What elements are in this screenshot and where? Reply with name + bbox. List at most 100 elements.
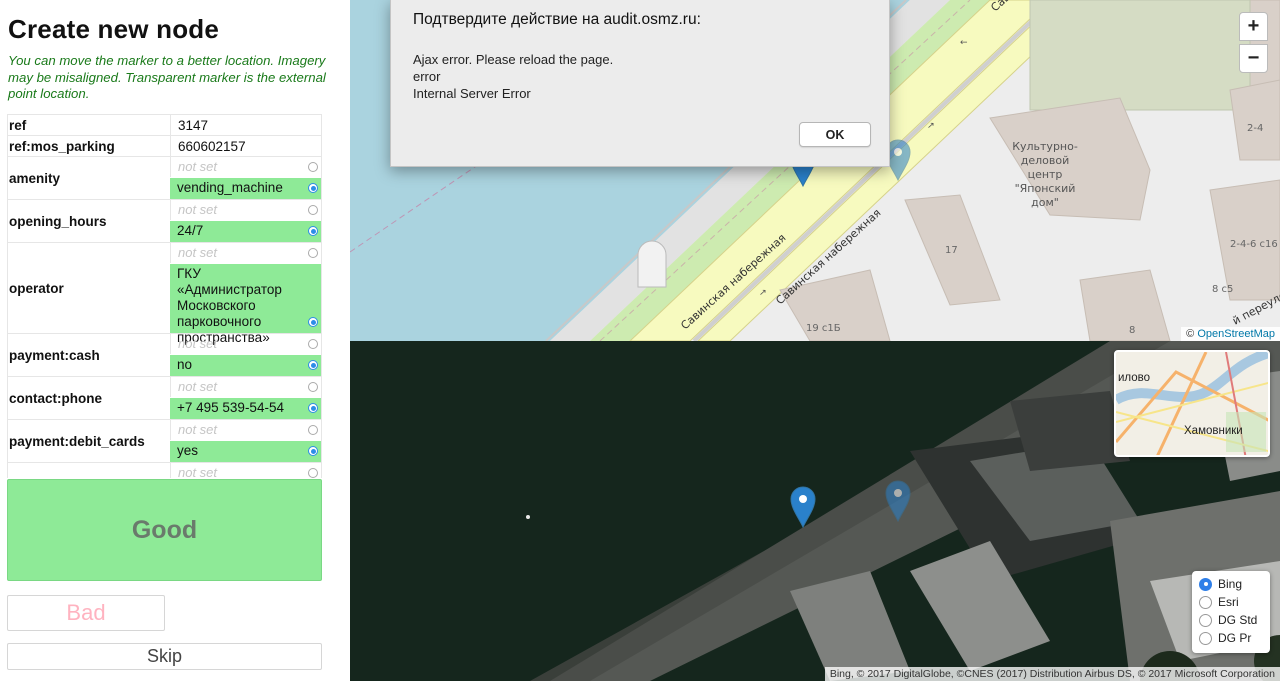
tag-key <box>9 463 169 478</box>
hint-text: You can move the marker to a better loca… <box>8 53 326 101</box>
house-number-label: 2-4 <box>1247 123 1263 134</box>
option-label: 24/7 <box>177 223 204 238</box>
tag-option-not-set[interactable]: not set <box>170 420 321 440</box>
radio-icon[interactable] <box>308 425 318 435</box>
tag-option-value[interactable]: +7 495 539-54-54 <box>170 398 321 419</box>
not-set-label: not set <box>178 379 218 394</box>
skip-button[interactable]: Skip <box>7 643 322 670</box>
radio-icon[interactable] <box>1199 631 1212 645</box>
tag-row-partial: not set <box>8 463 321 478</box>
tag-key: payment:cash <box>9 347 100 363</box>
house-number-label: 17 <box>945 245 958 256</box>
radio-icon[interactable] <box>308 339 318 349</box>
radio-icon[interactable] <box>308 226 318 236</box>
house-number-label: 8 <box>1129 325 1135 336</box>
tag-key: operator <box>9 280 64 296</box>
svg-text:деловой: деловой <box>1021 154 1070 167</box>
satellite-attribution: Bing, © 2017 DigitalGlobe, ©CNES (2017) … <box>824 667 1280 681</box>
svg-text:"Японский: "Японский <box>1015 182 1076 195</box>
tag-key: ref:mos_parking <box>9 138 115 154</box>
tag-table: ref 3147 ref:mos_parking 660602157 ameni… <box>7 114 322 478</box>
good-button[interactable]: Good <box>7 479 322 581</box>
alert-dialog: Подтвердите действие на audit.osmz.ru: A… <box>390 0 890 167</box>
house-number-label: 8 с5 <box>1212 284 1233 295</box>
openstreetmap-link[interactable]: OpenStreetMap <box>1197 328 1275 340</box>
layer-label: Esri <box>1218 595 1239 609</box>
tag-row-payment-debit-cards: payment:debit_cards not set yes <box>8 420 321 463</box>
tag-row-ref: ref 3147 <box>8 115 321 136</box>
osm-attribution: © OpenStreetMap <box>1181 327 1280 341</box>
tag-option-value[interactable]: no <box>170 355 321 376</box>
not-set-label: not set <box>178 202 218 217</box>
minimap-label: илово <box>1118 372 1151 384</box>
page-title: Create new node <box>8 14 220 44</box>
tag-key: ref <box>9 117 27 133</box>
radio-icon[interactable] <box>308 248 318 258</box>
svg-text:дом": дом" <box>1031 196 1059 209</box>
minimap-canvas <box>1116 352 1268 455</box>
tag-option-value[interactable]: ГКУ «Администратор Московского парковочн… <box>170 264 321 345</box>
radio-icon[interactable] <box>308 446 318 456</box>
tag-option-value[interactable]: yes <box>170 441 321 462</box>
ok-button[interactable]: OK <box>799 122 871 147</box>
option-label: no <box>177 357 193 372</box>
tag-option-not-set[interactable]: not set <box>170 243 321 263</box>
not-set-label: not set <box>178 422 218 437</box>
tag-row-ref-mos-parking: ref:mos_parking 660602157 <box>8 136 321 157</box>
tag-key: payment:debit_cards <box>9 433 145 449</box>
house-number-label: 19 с1Б <box>806 323 841 334</box>
radio-icon[interactable] <box>1199 613 1212 627</box>
tag-option-not-set[interactable]: not set <box>170 377 321 397</box>
tag-option-not-set[interactable]: not set <box>170 463 321 478</box>
minimap-label: Хамовники <box>1184 425 1243 437</box>
bad-button[interactable]: Bad <box>7 595 165 631</box>
tag-value: 660602157 <box>170 136 321 156</box>
not-set-label: not set <box>178 465 218 478</box>
tag-key: opening_hours <box>9 213 107 229</box>
dialog-message-line: Ajax error. Please reload the page. <box>413 52 614 67</box>
option-label: yes <box>177 443 199 458</box>
radio-icon[interactable] <box>308 382 318 392</box>
tag-option-not-set[interactable]: not set <box>170 334 321 354</box>
radio-icon[interactable] <box>308 403 318 413</box>
layer-option-bing[interactable]: Bing <box>1199 575 1270 593</box>
layer-switcher: Bing Esri DG Std DG Pr <box>1192 571 1270 653</box>
tag-row-operator: operator not set ГКУ «Администратор Моск… <box>8 243 321 345</box>
dialog-title: Подтвердите действие на audit.osmz.ru: <box>413 11 701 28</box>
layer-label: Bing <box>1218 577 1243 591</box>
tag-option-not-set[interactable]: not set <box>170 157 321 177</box>
layer-option-dg-std[interactable]: DG Std <box>1199 611 1270 629</box>
house-number-label: 2-4-6 с16 <box>1230 239 1278 250</box>
radio-icon[interactable] <box>308 162 318 172</box>
tag-option-not-set[interactable]: not set <box>170 200 321 220</box>
radio-icon[interactable] <box>308 468 318 478</box>
layer-option-dg-pr[interactable]: DG Pr <box>1199 629 1270 647</box>
radio-icon[interactable] <box>308 317 318 327</box>
option-label: +7 495 539-54-54 <box>177 400 284 415</box>
option-label: vending_machine <box>177 180 283 195</box>
radio-icon[interactable] <box>308 205 318 215</box>
zoom-out-button[interactable]: − <box>1239 44 1268 73</box>
tag-key: contact:phone <box>9 390 102 406</box>
tag-option-value[interactable]: 24/7 <box>170 221 321 242</box>
layer-option-esri[interactable]: Esri <box>1199 593 1270 611</box>
layer-label: DG Std <box>1218 613 1258 627</box>
tag-option-value[interactable]: vending_machine <box>170 178 321 199</box>
left-panel: Create new node You can move the marker … <box>0 0 350 681</box>
park-area <box>1029 0 1251 111</box>
radio-icon[interactable] <box>308 183 318 193</box>
radio-icon[interactable] <box>308 360 318 370</box>
svg-text:Культурно-: Культурно- <box>1012 140 1078 153</box>
satellite-map[interactable]: илово Хамовники Bing Esri DG Std DG Pr B… <box>350 341 1280 681</box>
svg-text:центр: центр <box>1028 168 1063 181</box>
tag-key: amenity <box>9 170 61 186</box>
radio-icon[interactable] <box>1199 595 1212 609</box>
not-set-label: not set <box>178 245 218 260</box>
zoom-in-button[interactable]: + <box>1239 12 1268 41</box>
minimap[interactable]: илово Хамовники <box>1114 350 1270 457</box>
dialog-message-line: error <box>413 69 441 84</box>
not-set-label: not set <box>178 159 218 174</box>
layer-label: DG Pr <box>1218 631 1252 645</box>
radio-icon[interactable] <box>1199 577 1212 591</box>
tag-row-opening-hours: opening_hours not set 24/7 <box>8 200 321 243</box>
